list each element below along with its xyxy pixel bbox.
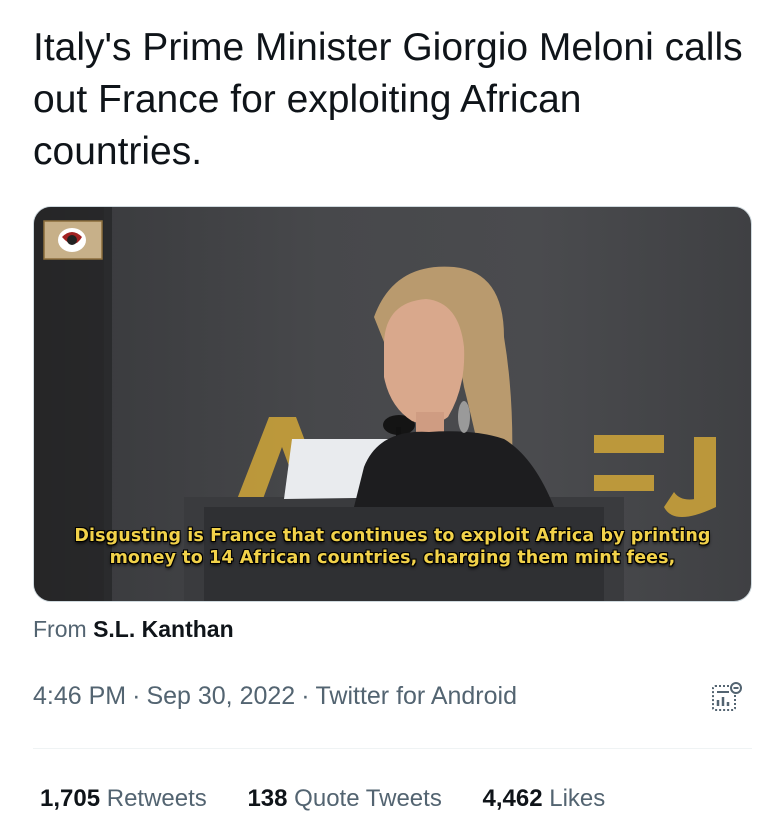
likes-label: Likes [549, 785, 606, 812]
meta-separator: · [132, 682, 141, 710]
video-subtitle-line-2: money to 14 African countries, charging … [109, 548, 676, 568]
retweets-stat[interactable]: 1,705 Retweets [40, 785, 207, 813]
media-source: From S.L. Kanthan [33, 616, 234, 643]
tweet-text: Italy's Prime Minister Giorgio Meloni ca… [33, 26, 743, 173]
tweet-date[interactable]: Sep 30, 2022 [146, 682, 295, 710]
tweet-meta: 4:46 PM · Sep 30, 2022 · Twitter for Android [33, 682, 517, 711]
quote-tweets-label: Quote Tweets [294, 785, 442, 812]
channel-logo-icon [43, 220, 103, 260]
video-subtitle-line-1: Disgusting is France that continues to e… [74, 526, 711, 546]
quote-tweets-stat[interactable]: 138 Quote Tweets [247, 785, 441, 813]
divider [33, 748, 752, 749]
analytics-icon[interactable] [710, 680, 744, 714]
likes-count: 4,462 [482, 785, 543, 812]
retweets-label: Retweets [106, 785, 207, 812]
source-name-link[interactable]: S.L. Kanthan [93, 616, 234, 642]
tweet-stats: 1,705 Retweets 138 Quote Tweets 4,462 Li… [40, 785, 639, 813]
meta-separator: · [301, 682, 310, 710]
quote-tweets-count: 138 [247, 785, 288, 812]
retweets-count: 1,705 [40, 785, 101, 812]
source-prefix: From [33, 616, 87, 642]
tweet-time[interactable]: 4:46 PM [33, 682, 126, 710]
tweet-client[interactable]: Twitter for Android [316, 682, 517, 710]
tweet-video[interactable]: Disgusting is France that continues to e… [33, 206, 752, 602]
likes-stat[interactable]: 4,462 Likes [483, 785, 606, 813]
